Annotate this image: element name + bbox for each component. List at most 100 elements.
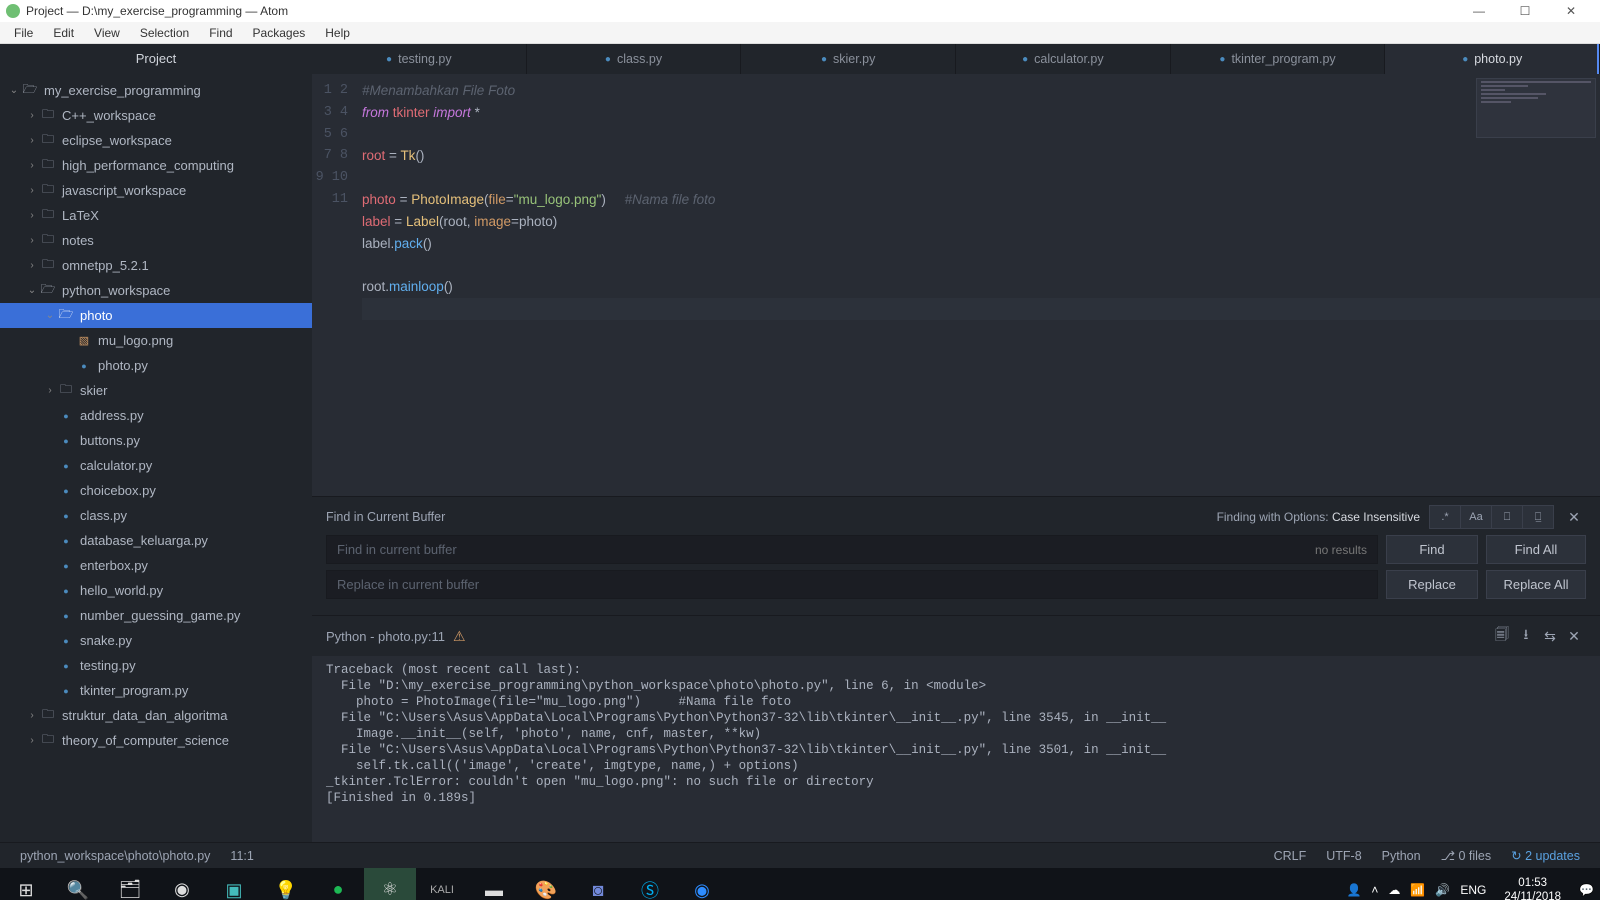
atom-taskbar-icon[interactable]: ⚛ [364, 868, 416, 900]
menu-packages[interactable]: Packages [243, 24, 316, 42]
find-input[interactable]: Find in current buffer no results [326, 535, 1378, 564]
tree-file-choicebox-py[interactable]: choicebox.py [0, 478, 312, 503]
discord-taskbar-icon[interactable]: ◙ [572, 868, 624, 900]
tree-folder-C++_workspace[interactable]: ›C++_workspace [0, 103, 312, 128]
app1-taskbar-icon[interactable]: 🎨 [520, 868, 572, 900]
find-button[interactable]: Find [1386, 535, 1478, 564]
tree-folder-photo[interactable]: ⌄photo [0, 303, 312, 328]
tab-photo-py[interactable]: ●photo.py [1385, 44, 1600, 74]
status-updates[interactable]: ↻ 2 updates [1501, 848, 1590, 863]
tree-file-hello_world-py[interactable]: hello_world.py [0, 578, 312, 603]
menu-bar: FileEditViewSelectionFindPackagesHelp [0, 22, 1600, 44]
search-button[interactable]: 🔍 [52, 868, 104, 900]
tree-root[interactable]: ⌄my_exercise_programming [0, 78, 312, 103]
replace-button[interactable]: Replace [1386, 570, 1478, 599]
tree-file-calculator-py[interactable]: calculator.py [0, 453, 312, 478]
notifications-tray-icon[interactable]: 💬 [1579, 883, 1594, 897]
tree-file-buttons-py[interactable]: buttons.py [0, 428, 312, 453]
status-encoding[interactable]: UTF-8 [1316, 849, 1371, 863]
tree-file-snake-py[interactable]: snake.py [0, 628, 312, 653]
zoom-taskbar-icon[interactable]: ◉ [676, 868, 728, 900]
find-option-buttons: .* Aa ⎕ ⎕̲ [1430, 505, 1554, 529]
terminal-taskbar-icon[interactable]: ▬ [468, 868, 520, 900]
system-tray[interactable]: 👤 ˄ ☁ 📶 🔊 ENG 01:53 24/11/2018 💬 [1346, 876, 1600, 900]
minimize-button[interactable]: — [1456, 4, 1502, 18]
window-title: Project — D:\my_exercise_programming — A… [26, 4, 288, 18]
skype-taskbar-icon[interactable]: Ⓢ [624, 868, 676, 900]
tree-folder-LaTeX[interactable]: ›LaTeX [0, 203, 312, 228]
menu-find[interactable]: Find [199, 24, 242, 42]
tree-folder-skier[interactable]: ›skier [0, 378, 312, 403]
chevron-up-icon[interactable]: ˄ [1371, 883, 1378, 897]
status-cursor[interactable]: 11:1 [220, 849, 263, 863]
tree-folder-javascript_workspace[interactable]: ›javascript_workspace [0, 178, 312, 203]
close-button[interactable]: ✕ [1548, 4, 1594, 18]
regex-toggle[interactable]: .* [1429, 505, 1461, 529]
close-find-icon[interactable]: ✕ [1562, 509, 1586, 526]
code-editor[interactable]: 1 2 3 4 5 6 7 8 9 10 11 #Menambahkan Fil… [312, 74, 1600, 496]
tree-file-address-py[interactable]: address.py [0, 403, 312, 428]
menu-selection[interactable]: Selection [130, 24, 199, 42]
tips-taskbar-icon[interactable]: 💡 [260, 868, 312, 900]
tree-file-photo-py[interactable]: photo.py [0, 353, 312, 378]
code-content[interactable]: #Menambahkan File Fotofrom tkinter impor… [362, 74, 1600, 496]
find-all-button[interactable]: Find All [1486, 535, 1586, 564]
tree-folder-theory_of_computer_science[interactable]: ›theory_of_computer_science [0, 728, 312, 753]
console-title: Python - photo.py:11 [326, 629, 445, 644]
tab-tkinter_program-py[interactable]: ●tkinter_program.py [1171, 44, 1386, 74]
console-download-icon[interactable]: ⭳ [1514, 624, 1538, 648]
status-eol[interactable]: CRLF [1264, 849, 1317, 863]
status-path[interactable]: python_workspace\photo\photo.py [10, 849, 220, 863]
status-git[interactable]: ⎇ 0 files [1431, 848, 1502, 863]
tree-folder-high_performance_computing[interactable]: ›high_performance_computing [0, 153, 312, 178]
tab-testing-py[interactable]: ●testing.py [312, 44, 527, 74]
tree-file-testing-py[interactable]: testing.py [0, 653, 312, 678]
tree-file-enterbox-py[interactable]: enterbox.py [0, 553, 312, 578]
wholeword-toggle[interactable]: ⎕̲ [1522, 505, 1554, 529]
chrome-taskbar-icon[interactable]: ◉ [156, 868, 208, 900]
selection-toggle[interactable]: ⎕ [1491, 505, 1523, 529]
tree-file-tkinter_program-py[interactable]: tkinter_program.py [0, 678, 312, 703]
atom-app-icon [6, 4, 20, 18]
tab-skier-py[interactable]: ●skier.py [741, 44, 956, 74]
tree-folder-omnetpp_5.2.1[interactable]: ›omnetpp_5.2.1 [0, 253, 312, 278]
tree-folder-eclipse_workspace[interactable]: ›eclipse_workspace [0, 128, 312, 153]
language-indicator[interactable]: ENG [1460, 883, 1486, 897]
menu-help[interactable]: Help [315, 24, 360, 42]
find-options-label: Finding with Options: Case Insensitive [1217, 510, 1420, 524]
taskbar-clock[interactable]: 01:53 24/11/2018 [1496, 876, 1569, 900]
people-tray-icon[interactable]: 👤 [1346, 883, 1361, 897]
onedrive-tray-icon[interactable]: ☁ [1388, 883, 1400, 897]
tree-folder-notes[interactable]: ›notes [0, 228, 312, 253]
replace-all-button[interactable]: Replace All [1486, 570, 1586, 599]
nox-taskbar-icon[interactable]: ▣ [208, 868, 260, 900]
menu-file[interactable]: File [4, 24, 43, 42]
no-results-label: no results [1315, 543, 1367, 557]
file-tree[interactable]: ⌄my_exercise_programming›C++_workspace›e… [0, 74, 312, 842]
wifi-tray-icon[interactable]: 📶 [1410, 883, 1425, 897]
minimap[interactable] [1476, 78, 1596, 138]
tree-file-class-py[interactable]: class.py [0, 503, 312, 528]
replace-input[interactable]: Replace in current buffer [326, 570, 1378, 599]
menu-view[interactable]: View [84, 24, 130, 42]
tree-file-number_guessing_game-py[interactable]: number_guessing_game.py [0, 603, 312, 628]
tree-folder-struktur_data_dan_algoritma[interactable]: ›struktur_data_dan_algoritma [0, 703, 312, 728]
tab-class-py[interactable]: ●class.py [527, 44, 742, 74]
spotify-taskbar-icon[interactable]: ● [312, 868, 364, 900]
tree-folder-python-workspace[interactable]: ⌄python_workspace [0, 278, 312, 303]
console-close-icon[interactable]: ✕ [1562, 628, 1586, 645]
start-button[interactable]: ⊞ [0, 868, 52, 900]
maximize-button[interactable]: ☐ [1502, 4, 1548, 18]
status-language[interactable]: Python [1372, 849, 1431, 863]
case-toggle[interactable]: Aa [1460, 505, 1492, 529]
explorer-taskbar-icon[interactable]: 🗂 [104, 868, 156, 900]
kali-taskbar-icon[interactable]: KALI [416, 868, 468, 900]
tree-file-mu_logo-png[interactable]: mu_logo.png [0, 328, 312, 353]
console-settings-icon[interactable]: ⇆ [1538, 628, 1562, 645]
tree-file-database_keluarga-py[interactable]: database_keluarga.py [0, 528, 312, 553]
volume-tray-icon[interactable]: 🔊 [1435, 883, 1450, 897]
console-output[interactable]: Traceback (most recent call last): File … [312, 656, 1600, 842]
menu-edit[interactable]: Edit [43, 24, 84, 42]
tab-calculator-py[interactable]: ●calculator.py [956, 44, 1171, 74]
console-copy-icon[interactable]: 🗐 [1490, 624, 1514, 648]
